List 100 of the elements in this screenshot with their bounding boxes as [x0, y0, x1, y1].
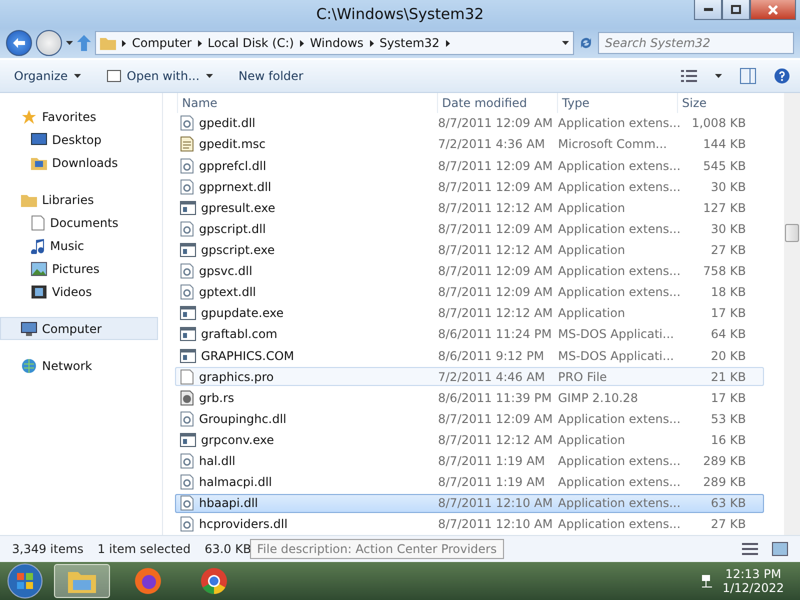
- file-name: gpscript.exe: [201, 243, 275, 258]
- clock-time: 12:13 PM: [725, 567, 782, 581]
- refresh-icon[interactable]: [578, 35, 594, 51]
- file-row[interactable]: graftabl.com 8/6/2011 11:24 PM MS-DOS Applicati... 64 KB: [175, 324, 764, 344]
- file-row[interactable]: gpresult.exe 8/7/2011 12:12 AM Application 127 KB: [175, 198, 764, 218]
- computer-icon: [21, 322, 37, 336]
- column-header[interactable]: Name: [177, 93, 437, 113]
- monitor-icon: [31, 132, 47, 146]
- chrome-ball-icon: [200, 567, 228, 595]
- nav-item[interactable]: Desktop: [0, 128, 158, 151]
- scrollbar-thumb[interactable]: [785, 224, 799, 242]
- date-cell-text: 8/7/2011 12:09 AM: [438, 158, 554, 173]
- open-with-button[interactable]: Open with...: [102, 67, 217, 85]
- column-header[interactable]: Type: [557, 93, 677, 113]
- organize-button[interactable]: Organize: [10, 67, 85, 85]
- new-folder-button[interactable]: New folder: [234, 67, 308, 85]
- type-cell: Application extens...: [558, 285, 678, 300]
- scrollbar[interactable]: [784, 93, 800, 535]
- file-row[interactable]: gpedit.dll 8/7/2011 12:09 AM Application extens... 1,008 KB: [175, 114, 764, 133]
- breadcrumb-item[interactable]: Windows: [310, 36, 364, 50]
- help-icon[interactable]: [774, 68, 790, 84]
- file-row[interactable]: hcproviders.dll 8/7/2011 12:10 AM Application extens... 27 KB: [175, 514, 764, 534]
- file-row[interactable]: gpscript.dll 8/7/2011 12:09 AM Application extens... 30 KB: [175, 219, 764, 238]
- nav-item[interactable]: Libraries: [0, 188, 158, 211]
- nav-item[interactable]: Favorites: [0, 105, 158, 128]
- size-cell-text: 20 KB: [710, 348, 746, 363]
- file-row[interactable]: grb.rs 8/6/2011 11:39 PM GIMP 2.10.28 17 KB: [175, 388, 764, 408]
- file-row[interactable]: gptext.dll 8/7/2011 12:09 AM Application extens... 18 KB: [175, 282, 764, 302]
- type-cell-text: GIMP 2.10.28: [558, 390, 640, 405]
- breadcrumb-item[interactable]: Local Disk (C:): [208, 36, 294, 50]
- file-row[interactable]: gpprnext.dll 8/7/2011 12:09 AM Application extens... 30 KB: [175, 177, 764, 196]
- nav-item[interactable]: Downloads: [0, 151, 158, 174]
- column-header[interactable]: Date modified: [437, 93, 557, 113]
- gear-document-icon: [180, 178, 194, 195]
- breadcrumb-item[interactable]: Computer: [132, 36, 192, 50]
- item-count: 3,349 items: [12, 542, 84, 556]
- breadcrumb-item[interactable]: System32: [380, 36, 440, 50]
- caret-icon: [715, 74, 722, 78]
- start-orb-icon[interactable]: [6, 563, 44, 599]
- minimize-button[interactable]: [694, 0, 722, 20]
- caret-icon: [66, 41, 73, 45]
- close-button[interactable]: [750, 0, 796, 20]
- file-name: graftabl.com: [201, 327, 278, 342]
- gear-document-icon: [180, 453, 194, 470]
- forward-button[interactable]: [36, 30, 62, 56]
- document-icon: [180, 136, 194, 152]
- size-cell-text: 16 KB: [710, 433, 746, 447]
- date-cell-text: 8/7/2011 12:10 AM: [438, 496, 554, 510]
- type-cell: Application extens...: [558, 517, 678, 532]
- size-cell-text: 18 KB: [710, 285, 746, 300]
- file-row[interactable]: hbaapi.dll 8/7/2011 12:10 AM Application extens... 63 KB: [175, 494, 764, 513]
- type-cell-text: MS-DOS Applicati...: [558, 327, 675, 342]
- size-cell-text: 1,008 KB: [690, 116, 746, 130]
- gear-document-icon: [180, 115, 194, 132]
- file-row[interactable]: gpscript.exe 8/7/2011 12:12 AM Application 27 KB: [175, 240, 764, 260]
- view-list-icon[interactable]: [681, 70, 697, 82]
- nav-item[interactable]: Network: [0, 354, 158, 377]
- search-field[interactable]: Search System32: [598, 32, 794, 54]
- window-icon: [180, 243, 196, 258]
- nav-item[interactable]: Music: [0, 234, 158, 257]
- window-icon: [180, 306, 196, 320]
- nav-item[interactable]: Documents: [0, 211, 158, 234]
- type-cell: Application extens...: [558, 264, 678, 278]
- file-row[interactable]: graphics.pro 7/2/2011 4:46 AM PRO File 21 KB: [175, 367, 764, 386]
- address-bar[interactable]: Computer Local Disk (C:) Windows System32: [95, 31, 574, 55]
- size-cell-text: 64 KB: [710, 327, 746, 342]
- large-icons-view-icon[interactable]: [772, 542, 788, 556]
- maximize-button[interactable]: [722, 0, 750, 20]
- date-cell-text: 8/7/2011 12:09 AM: [438, 222, 554, 236]
- file-row[interactable]: grpconv.exe 8/7/2011 12:12 AM Application 16 KB: [175, 430, 764, 450]
- details-view-icon[interactable]: [742, 542, 758, 556]
- date-cell-text: 8/7/2011 12:09 AM: [438, 412, 554, 426]
- file-row[interactable]: gpprefcl.dll 8/7/2011 12:09 AM Application extens... 545 KB: [175, 156, 764, 176]
- file-row[interactable]: GRAPHICS.COM 8/6/2011 9:12 PM MS-DOS Applicati... 20 KB: [175, 346, 764, 366]
- file-row[interactable]: Groupinghc.dll 8/7/2011 12:09 AM Application extens... 53 KB: [175, 409, 764, 428]
- size-cell-text: 289 KB: [702, 454, 746, 468]
- type-cell: Application extens...: [558, 222, 678, 236]
- file-row[interactable]: gpsvc.dll 8/7/2011 12:09 AM Application extens... 758 KB: [175, 262, 764, 281]
- file-name: GRAPHICS.COM: [201, 348, 294, 363]
- preview-pane-icon[interactable]: [740, 68, 756, 84]
- size-cell-text: 289 KB: [702, 475, 746, 490]
- blank-document-icon: [180, 368, 194, 385]
- file-name: gptext.dll: [199, 285, 256, 300]
- file-row[interactable]: hal.dll 8/7/2011 1:19 AM Application extens... 289 KB: [175, 452, 764, 471]
- back-button[interactable]: [6, 30, 32, 56]
- nav-item[interactable]: Videos: [0, 280, 158, 303]
- gear-document-icon: [180, 220, 194, 237]
- window-icon: [180, 348, 196, 363]
- file-row[interactable]: gpupdate.exe 8/7/2011 12:12 AM Application 17 KB: [175, 304, 764, 323]
- column-header[interactable]: Size: [677, 93, 753, 113]
- folder-icon: [21, 192, 37, 206]
- type-cell: Application extens...: [558, 496, 678, 510]
- nav-item[interactable]: Computer: [0, 317, 158, 340]
- date-cell-text: 8/7/2011 12:09 AM: [438, 180, 554, 194]
- clock-date: 1/12/2022: [722, 581, 784, 595]
- file-row[interactable]: gpedit.msc 7/2/2011 4:36 AM Microsoft Comm... 144 KB: [175, 134, 764, 154]
- file-row[interactable]: halmacpi.dll 8/7/2011 1:19 AM Application extens... 289 KB: [175, 472, 764, 492]
- file-name: hcproviders.dll: [199, 517, 288, 532]
- date-cell-text: 7/2/2011 4:36 AM: [438, 137, 546, 152]
- nav-item[interactable]: Pictures: [0, 257, 158, 280]
